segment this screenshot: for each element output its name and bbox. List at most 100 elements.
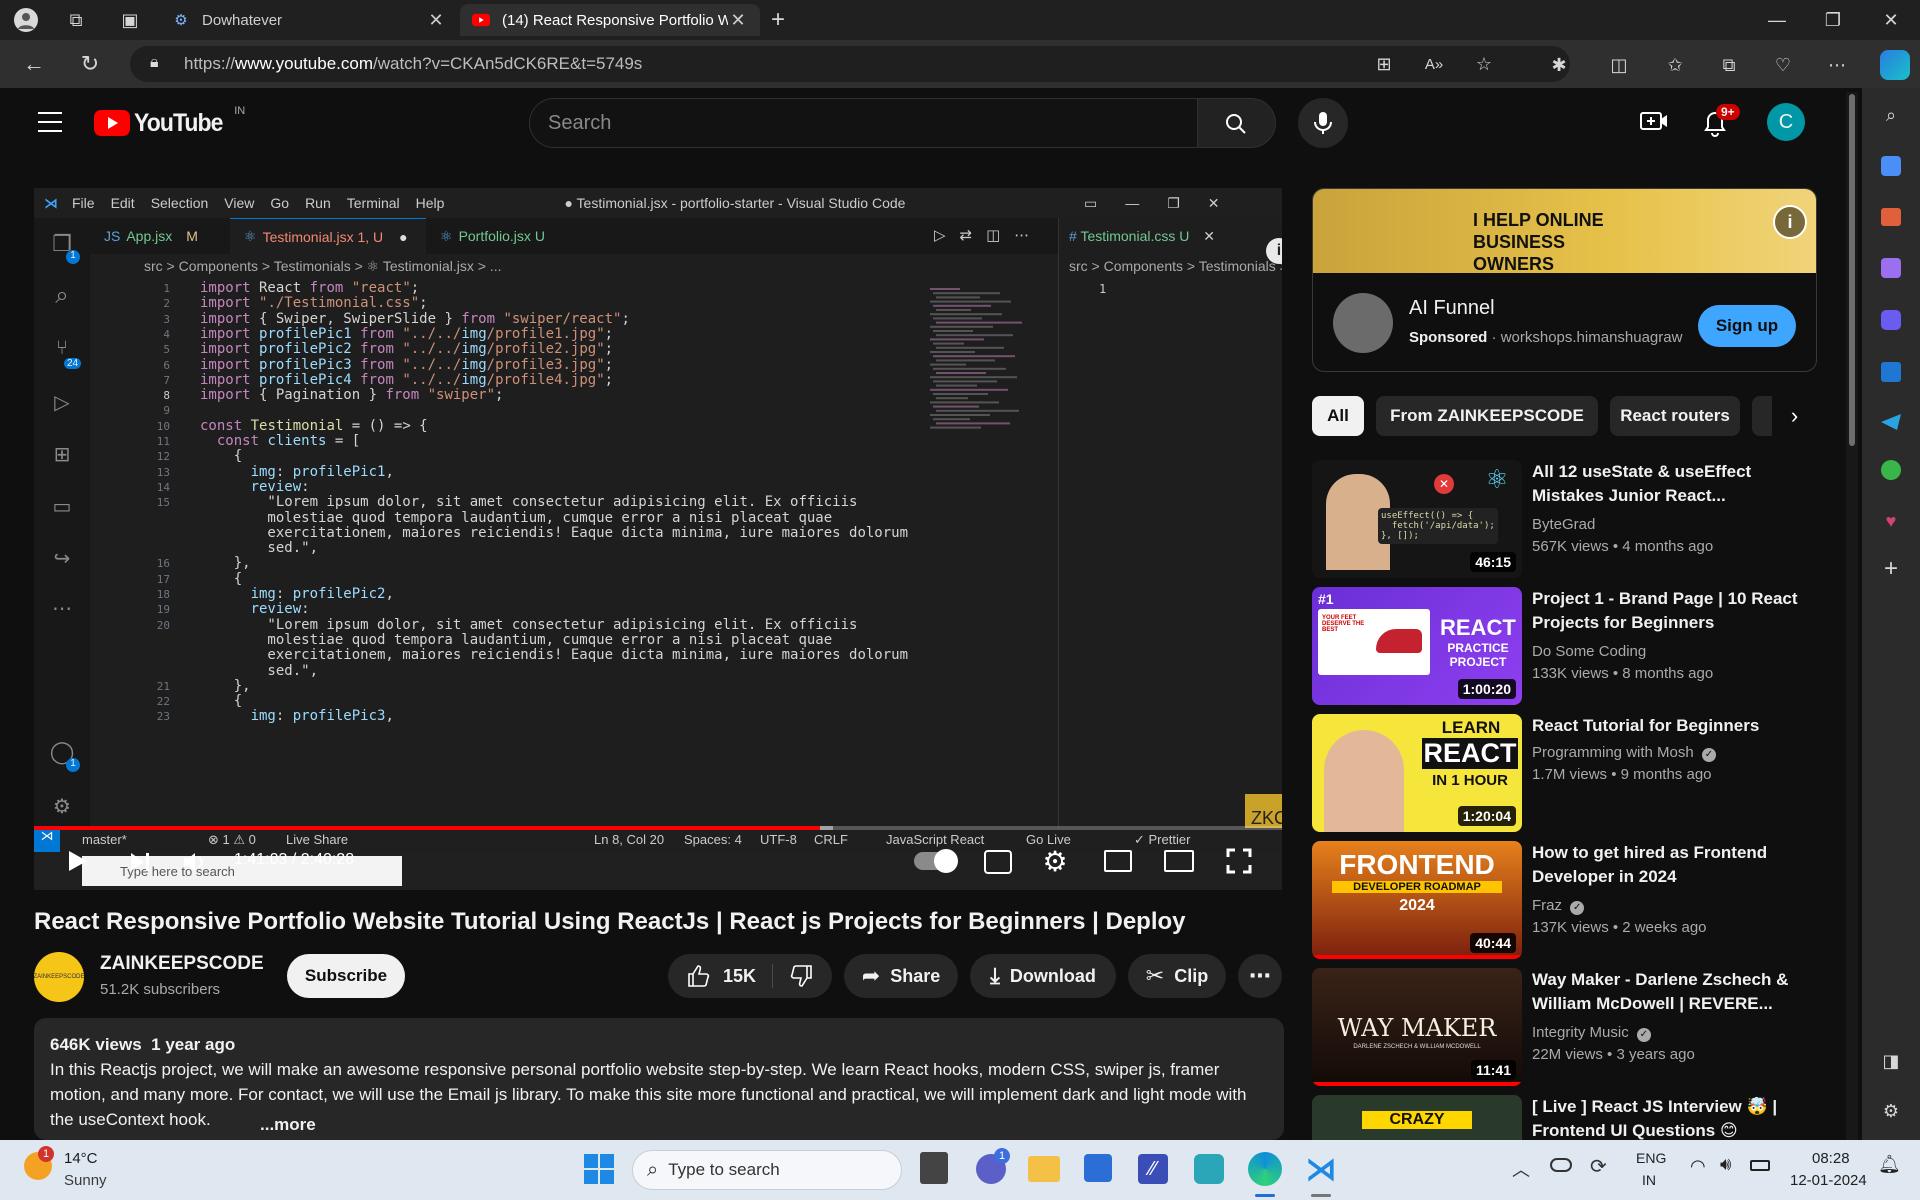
channel-name[interactable]: ByteGrad (1532, 516, 1595, 533)
hide-sidebar-icon[interactable]: ◨ (1878, 1048, 1904, 1074)
copilot-icon[interactable] (1880, 50, 1910, 80)
telegram-icon[interactable] (1881, 414, 1901, 430)
video-title[interactable]: Project 1 - Brand Page | 10 React Projec… (1532, 587, 1817, 635)
more-menu-icon[interactable]: ⋯ (1824, 52, 1850, 78)
video-thumbnail[interactable]: LEARN REACT IN 1 HOUR 1:20:04 (1312, 714, 1522, 832)
like-button[interactable]: 15K (687, 964, 774, 988)
video-player[interactable]: ⋊ File Edit Selection View Go Run Termin… (34, 188, 1282, 890)
channel-name[interactable]: Integrity Music ✓ (1532, 1024, 1651, 1042)
reload-icon[interactable]: ↻ (76, 51, 104, 76)
subtitles-icon[interactable] (984, 850, 1012, 874)
subscribe-button[interactable]: Subscribe (287, 954, 405, 998)
heart-icon[interactable]: ♥ (1878, 508, 1904, 534)
sponsored-ad-card[interactable]: I HELP ONLINE BUSINESS OWNERS i AI Funne… (1312, 188, 1817, 372)
tools-icon[interactable] (1881, 208, 1901, 226)
tab-youtube[interactable]: (14) React Responsive Portfolio W ✕ (460, 4, 760, 36)
download-button[interactable]: ⤓ Download (970, 954, 1116, 998)
video-title[interactable]: Way Maker - Darlene Zschech & William Mc… (1532, 968, 1817, 1016)
notifications-icon[interactable]: 🔔︎ (1878, 1154, 1901, 1175)
share-button[interactable]: ➦ Share (844, 954, 958, 998)
shopping-tag-icon[interactable] (1881, 156, 1901, 176)
chevron-right-icon[interactable]: › (1772, 396, 1817, 436)
tree-icon[interactable] (1881, 460, 1901, 480)
recommended-video[interactable]: LEARN REACT IN 1 HOUR 1:20:04 React Tuto… (1312, 714, 1817, 832)
add-sidebar-app-icon[interactable]: + (1878, 555, 1904, 582)
recommended-video[interactable]: CRAZY [ Live ] React JS Interview 🤯 | Fr… (1312, 1095, 1817, 1140)
edge-icon[interactable] (1248, 1152, 1282, 1186)
profile-icon[interactable] (14, 8, 38, 32)
video-thumbnail[interactable]: WAY MAKER DARLENE ZSCHECH & WILLIAM MCDO… (1312, 968, 1522, 1086)
address-bar[interactable]: 🔒︎ https://www.youtube.com/watch?v=CKAn5… (130, 46, 1570, 82)
new-tab-icon[interactable]: + (766, 6, 790, 33)
channel-name[interactable]: ZAINKEEPSCODE (100, 953, 264, 975)
account-avatar[interactable]: C (1767, 103, 1805, 141)
favorite-star-icon[interactable]: ☆ (1472, 52, 1496, 76)
tab-actions-icon[interactable]: ▣ (118, 8, 142, 32)
teams-icon[interactable] (1194, 1154, 1224, 1184)
file-explorer-icon[interactable] (1028, 1156, 1060, 1182)
clip-button[interactable]: ✂ Clip (1128, 954, 1226, 998)
next-button[interactable] (128, 850, 152, 874)
weather-temp[interactable]: 14°C (64, 1150, 98, 1167)
video-title[interactable]: [ Live ] React JS Interview 🤯 | Frontend… (1532, 1095, 1817, 1140)
onedrive-icon[interactable] (1550, 1158, 1572, 1172)
read-aloud-icon[interactable]: A» (1422, 52, 1446, 76)
video-thumbnail[interactable]: #1 YOUR FEET DESERVE THE BEST REACT PRAC… (1312, 587, 1522, 705)
video-title[interactable]: How to get hired as Frontend Developer i… (1532, 841, 1817, 889)
scrollbar-thumb[interactable] (1849, 94, 1855, 446)
search-button[interactable] (1198, 98, 1276, 148)
search-icon[interactable]: ⌕ (1878, 102, 1904, 128)
theater-mode-icon[interactable] (1164, 850, 1194, 872)
sync-icon[interactable]: ⟳ (1590, 1154, 1607, 1179)
collections-icon[interactable]: ⧉ (1716, 52, 1742, 78)
play-button[interactable] (64, 848, 90, 874)
outlook-icon[interactable] (1881, 362, 1901, 382)
channel-name[interactable]: Fraz ✓ (1532, 897, 1585, 915)
video-progress-bar[interactable] (34, 826, 1282, 830)
dislike-button[interactable] (773, 964, 813, 988)
start-button[interactable] (584, 1154, 614, 1184)
create-video-icon[interactable] (1640, 110, 1668, 134)
channel-avatar[interactable]: ZAINKEEPSCODE (34, 952, 85, 1002)
close-tab-icon[interactable]: ✕ (728, 10, 748, 31)
app-available-icon[interactable]: ⊞ (1372, 52, 1396, 76)
chip-from-channel[interactable]: From ZAINKEEPSCODE (1376, 396, 1598, 436)
language-top[interactable]: ENG (1636, 1150, 1666, 1166)
split-screen-icon[interactable]: ◫ (1606, 52, 1632, 78)
battery-icon[interactable] (1750, 1160, 1770, 1171)
search-input[interactable]: Search (529, 98, 1198, 148)
clock-time[interactable]: 08:28 (1812, 1150, 1850, 1167)
back-icon[interactable]: ← (20, 51, 48, 76)
favorites-icon[interactable]: ✩ (1662, 52, 1688, 78)
video-thumbnail[interactable]: CRAZY (1312, 1095, 1522, 1140)
fullscreen-icon[interactable] (1226, 848, 1252, 874)
recommended-video[interactable]: ⚛ ✕ useEffect(() => { fetch('/api/data')… (1312, 460, 1817, 578)
vscode-icon[interactable]: ⋊ (1304, 1152, 1338, 1186)
ad-info-icon[interactable]: i (1773, 205, 1807, 239)
store-icon[interactable] (1084, 1154, 1112, 1182)
task-view-icon[interactable] (920, 1152, 948, 1184)
channel-name[interactable]: Do Some Coding (1532, 643, 1646, 660)
chip-all[interactable]: All (1312, 396, 1364, 436)
miniplayer-icon[interactable] (1104, 850, 1132, 872)
autoplay-toggle[interactable] (914, 849, 958, 873)
volume-button[interactable] (182, 850, 208, 874)
recommended-video[interactable]: #1 YOUR FEET DESERVE THE BEST REACT PRAC… (1312, 587, 1817, 705)
description-box[interactable]: 646K views 1 year ago In this Reactjs pr… (34, 1018, 1284, 1140)
taskbar-search[interactable]: ⌕ Type to search (632, 1150, 902, 1190)
sidebar-settings-icon[interactable]: ⚙ (1878, 1098, 1904, 1124)
recommended-video[interactable]: FRONTEND DEVELOPER ROADMAP 2024 40:44 Ho… (1312, 841, 1817, 959)
youtube-logo[interactable]: YouTube IN (94, 105, 245, 138)
restore-icon[interactable]: ❐ (1818, 8, 1848, 32)
hamburger-menu-icon[interactable] (38, 112, 62, 132)
video-title[interactable]: All 12 useState & useEffect Mistakes Jun… (1532, 460, 1817, 508)
ad-signup-button[interactable]: Sign up (1698, 305, 1796, 347)
games-icon[interactable] (1881, 258, 1901, 278)
show-more-link[interactable]: ...more (256, 1112, 316, 1137)
settings-gear-icon[interactable]: ⚙ (1040, 846, 1070, 877)
tab-dowhatever[interactable]: ⚙ Dowhatever ✕ (160, 4, 458, 36)
workspaces-icon[interactable]: ⧉ (64, 8, 88, 32)
more-actions-button[interactable]: ⋯ (1238, 954, 1282, 998)
volume-icon[interactable]: 🔊︎ (1720, 1154, 1731, 1175)
close-window-icon[interactable]: ✕ (1876, 8, 1906, 32)
